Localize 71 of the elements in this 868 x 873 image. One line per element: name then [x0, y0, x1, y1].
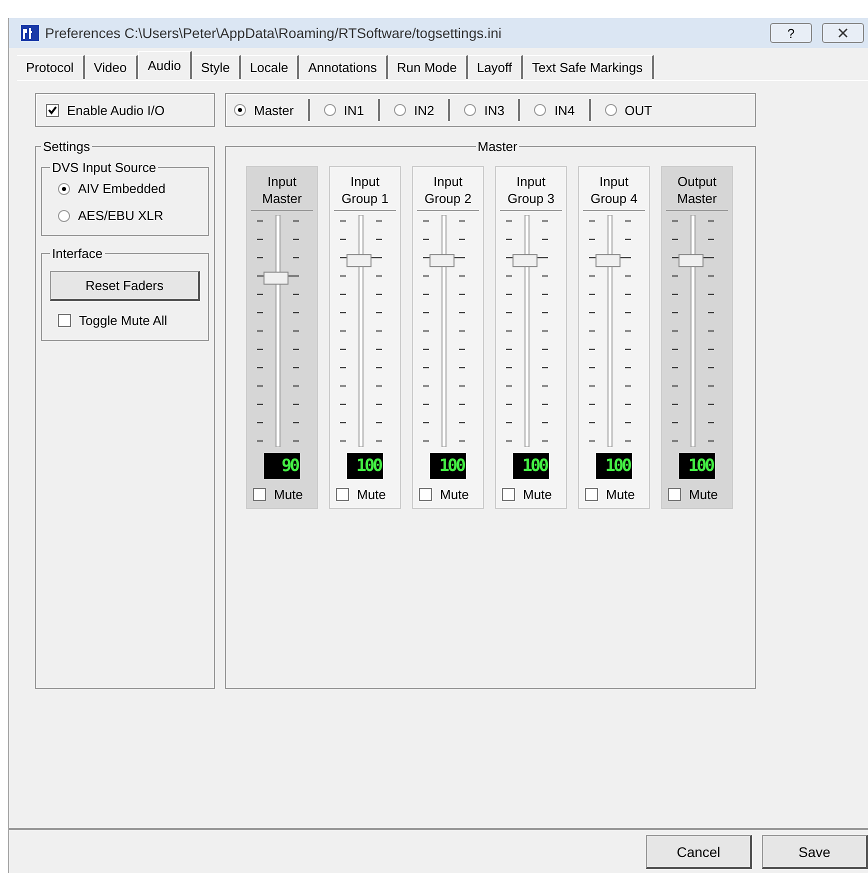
- checkbox-label: Mute: [357, 487, 386, 502]
- fader-thumb[interactable]: [596, 254, 620, 268]
- radio-label: IN2: [414, 102, 434, 118]
- checkbox[interactable]: [502, 488, 515, 501]
- tab[interactable]: Annotations: [299, 55, 388, 79]
- fader-label: Input Group 2: [424, 173, 472, 207]
- dialog-button[interactable]: Save: [762, 835, 868, 869]
- group-title: Interface: [51, 246, 104, 261]
- fader-thumb[interactable]: [430, 254, 454, 268]
- checkbox-label: Mute: [689, 487, 718, 502]
- group-title: DVS Input Source: [51, 160, 158, 175]
- radio-button[interactable]: [58, 182, 70, 194]
- window-title: Preferences C:\Users\Peter\AppData\Roaming/RTSoftware/togsettings.ini: [45, 25, 502, 41]
- fader-thumb[interactable]: [264, 272, 288, 285]
- fader-thumb[interactable]: [678, 254, 704, 268]
- checkbox[interactable]: [585, 488, 598, 501]
- radio-label: IN4: [554, 102, 575, 118]
- checkbox[interactable]: [58, 314, 71, 327]
- radio-button[interactable]: [464, 104, 476, 116]
- fader-thumb[interactable]: [346, 254, 372, 268]
- fader-label: Input Group 4: [590, 173, 638, 207]
- checkbox[interactable]: [46, 104, 59, 116]
- checkbox-label: Mute: [606, 487, 635, 502]
- fader-thumb[interactable]: [512, 254, 538, 268]
- level-display: 90: [264, 453, 300, 479]
- group-title: Master: [476, 139, 518, 154]
- app-logo-icon: [21, 25, 39, 41]
- tab[interactable]: Style: [192, 55, 241, 79]
- radio-label: IN3: [484, 102, 504, 118]
- dialog-button[interactable]: Cancel: [646, 835, 752, 869]
- checkbox-label: Mute: [274, 487, 303, 502]
- checkbox[interactable]: [419, 488, 432, 501]
- tab[interactable]: Video: [84, 55, 138, 79]
- reset-faders-button[interactable]: Reset Faders: [50, 271, 200, 301]
- level-display: 100: [596, 453, 632, 479]
- fader-label: Input Master: [261, 173, 303, 207]
- radio-label: OUT: [624, 102, 652, 118]
- checkbox[interactable]: [253, 488, 266, 501]
- checkbox[interactable]: [336, 488, 349, 501]
- close-icon: [838, 28, 848, 38]
- checkbox-label: Enable Audio I/O: [67, 102, 165, 118]
- radio-button[interactable]: [234, 104, 246, 116]
- radio-button[interactable]: [324, 104, 336, 116]
- radio-button[interactable]: [58, 210, 70, 222]
- radio-button[interactable]: [534, 104, 546, 116]
- radio-label: IN1: [344, 102, 364, 118]
- fader-label: Input Group 1: [340, 173, 390, 207]
- radio-button[interactable]: [604, 104, 617, 116]
- tab[interactable]: Run Mode: [388, 55, 468, 79]
- checkbox-label: Mute: [523, 487, 552, 502]
- tab[interactable]: Text Safe Markings: [523, 55, 654, 79]
- tab[interactable]: Audio: [138, 51, 192, 79]
- radio-label: Master: [254, 102, 294, 118]
- level-display: 100: [679, 453, 715, 479]
- checkbox-label: Mute: [440, 487, 469, 502]
- group-title: Settings: [42, 139, 91, 154]
- level-display: 100: [430, 453, 466, 479]
- radio-button[interactable]: [394, 104, 406, 116]
- radio-label: AES/EBU XLR: [78, 208, 164, 223]
- level-display: 100: [513, 453, 549, 479]
- tab[interactable]: Protocol: [17, 55, 85, 79]
- close-button[interactable]: [822, 23, 864, 43]
- fader-label: Input Group 3: [506, 173, 556, 207]
- tab[interactable]: Layoff: [468, 55, 524, 79]
- level-display: 100: [347, 453, 383, 479]
- checkbox[interactable]: [668, 488, 681, 501]
- radio-label: AIV Embedded: [78, 181, 166, 196]
- checkbox-label: Toggle Mute All: [79, 313, 168, 328]
- fader-label: Output Master: [676, 173, 718, 207]
- tab[interactable]: Locale: [240, 55, 300, 79]
- help-button[interactable]: ?: [770, 23, 812, 43]
